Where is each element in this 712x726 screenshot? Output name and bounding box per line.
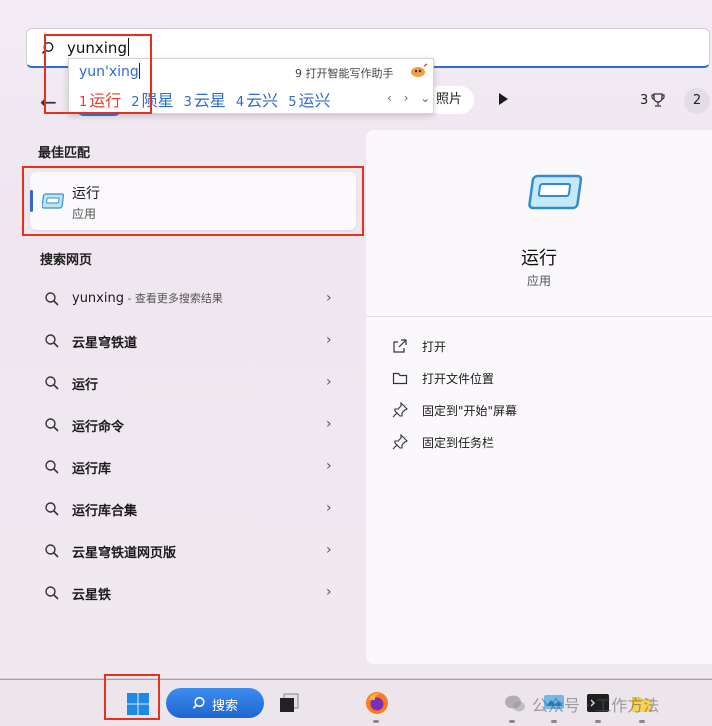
- web-search-heading: 搜索网页: [40, 253, 93, 268]
- pin-icon: [392, 434, 408, 450]
- divider: [366, 316, 712, 317]
- account-avatar[interactable]: 2: [684, 88, 710, 114]
- detail-pane: 运行 应用 打开 打开文件位置 固定到"开始"屏幕 固定到任务栏: [366, 130, 712, 664]
- web-result-item[interactable]: yunxing - 查看更多搜索结果 ›: [30, 278, 356, 320]
- chevron-right-icon: ›: [326, 500, 332, 516]
- web-result-label: 运行库: [72, 462, 112, 477]
- search-icon: [45, 418, 59, 432]
- web-result-item[interactable]: 云星穹铁道网页版 ›: [30, 530, 356, 572]
- search-icon: [41, 41, 54, 54]
- web-result-label: 运行: [72, 378, 99, 393]
- web-result-item[interactable]: 云星穹铁道 ›: [30, 320, 356, 362]
- chevron-right-icon: ›: [326, 542, 332, 558]
- action-label: 固定到任务栏: [422, 436, 495, 450]
- best-match-heading: 最佳匹配: [38, 146, 91, 161]
- search-icon: [192, 696, 205, 709]
- action-label: 打开: [422, 340, 447, 354]
- chevron-right-icon: ›: [326, 332, 332, 348]
- web-result-label: yunxing - 查看更多搜索结果: [72, 291, 223, 306]
- action-label: 固定到"开始"屏幕: [422, 404, 518, 418]
- writing-assistant-icon[interactable]: [409, 63, 429, 79]
- text-caret: [127, 38, 129, 56]
- action-label: 打开文件位置: [422, 372, 495, 386]
- running-indicator: [509, 720, 515, 723]
- taskbar-search-button[interactable]: 搜索: [166, 688, 264, 718]
- best-match-name: 运行: [72, 186, 100, 202]
- best-match-type: 应用: [72, 207, 97, 221]
- web-result-item[interactable]: 云星铁 ›: [30, 572, 356, 614]
- ime-page-nav[interactable]: ‹ › ⌄: [387, 91, 434, 105]
- web-result-label: 运行库合集: [72, 504, 138, 519]
- folder-icon: [392, 372, 408, 385]
- search-icon: [45, 544, 59, 558]
- ime-candidate-window: yun'xing 9 打开智能写作助手 1 运行 2 陨星 3 云星 4 云兴 5 运兴 …: [68, 58, 434, 114]
- search-icon: [45, 502, 59, 516]
- web-result-label: 云星铁: [72, 588, 112, 603]
- play-icon[interactable]: [496, 92, 510, 106]
- running-indicator: [639, 720, 645, 723]
- web-result-item[interactable]: 运行库合集 ›: [30, 488, 356, 530]
- selection-indicator: [30, 190, 33, 212]
- run-app-icon: [528, 174, 583, 210]
- running-indicator: [595, 720, 601, 723]
- ime-candidate[interactable]: 1 运行: [79, 87, 121, 111]
- search-icon: [45, 460, 59, 474]
- chevron-right-icon: ›: [326, 458, 332, 474]
- ime-pinyin: yun'xing: [79, 63, 140, 80]
- best-match-item[interactable]: 运行 应用: [30, 172, 356, 230]
- run-app-icon: [42, 193, 65, 209]
- web-result-label: 运行命令: [72, 420, 125, 435]
- reward-count: 3: [640, 93, 649, 108]
- web-result-item[interactable]: 运行库 ›: [30, 446, 356, 488]
- web-results-list: yunxing - 查看更多搜索结果 › 云星穹铁道 › 运行 › 运行命令 ›…: [30, 278, 356, 614]
- search-icon: [45, 334, 59, 348]
- chevron-right-icon: ›: [326, 374, 332, 390]
- open-external-icon: [393, 339, 407, 353]
- search-icon: [45, 292, 59, 306]
- ime-candidate[interactable]: 2 陨星: [131, 87, 173, 111]
- firefox-icon[interactable]: [364, 690, 390, 716]
- search-input[interactable]: yunxing: [67, 38, 129, 57]
- ime-candidate[interactable]: 4 云兴: [236, 87, 278, 111]
- detail-app-name: 运行: [521, 248, 557, 269]
- task-view-icon[interactable]: [278, 692, 300, 714]
- search-icon: [45, 376, 59, 390]
- web-result-label: 云星穹铁道网页版: [72, 546, 177, 561]
- chevron-right-icon: ›: [326, 290, 332, 306]
- running-indicator: [551, 720, 557, 723]
- ime-candidate[interactable]: 3 云星: [184, 87, 226, 111]
- ime-candidate-list: 1 运行 2 陨星 3 云星 4 云兴 5 运兴: [79, 87, 330, 111]
- pin-icon: [392, 402, 408, 418]
- wechat-icon: [505, 695, 525, 712]
- ime-candidate[interactable]: 5 运兴: [288, 87, 330, 111]
- watermark: 公众号 · 工作方法: [504, 690, 659, 718]
- search-icon: [45, 586, 59, 600]
- taskbar-search-label: 搜索: [212, 699, 239, 714]
- web-result-label: 云星穹铁道: [72, 336, 138, 351]
- windows-start-icon[interactable]: [126, 692, 150, 716]
- web-result-item[interactable]: 运行 ›: [30, 362, 356, 404]
- running-indicator: [373, 720, 379, 723]
- ime-assist-link[interactable]: 9 打开智能写作助手: [295, 65, 394, 81]
- taskbar: 搜索 公众号 · 工作方法: [0, 680, 712, 726]
- chevron-right-icon: ›: [326, 584, 332, 600]
- web-result-item[interactable]: 运行命令 ›: [30, 404, 356, 446]
- trophy-icon[interactable]: [650, 92, 666, 108]
- chevron-right-icon: ›: [326, 416, 332, 432]
- detail-app-type: 应用: [526, 274, 551, 288]
- start-search-panel: yunxing ← 照片 3 2 yun'xing 9 打开智能写作助手 1 运行…: [0, 0, 712, 679]
- back-arrow-icon[interactable]: ←: [40, 90, 57, 114]
